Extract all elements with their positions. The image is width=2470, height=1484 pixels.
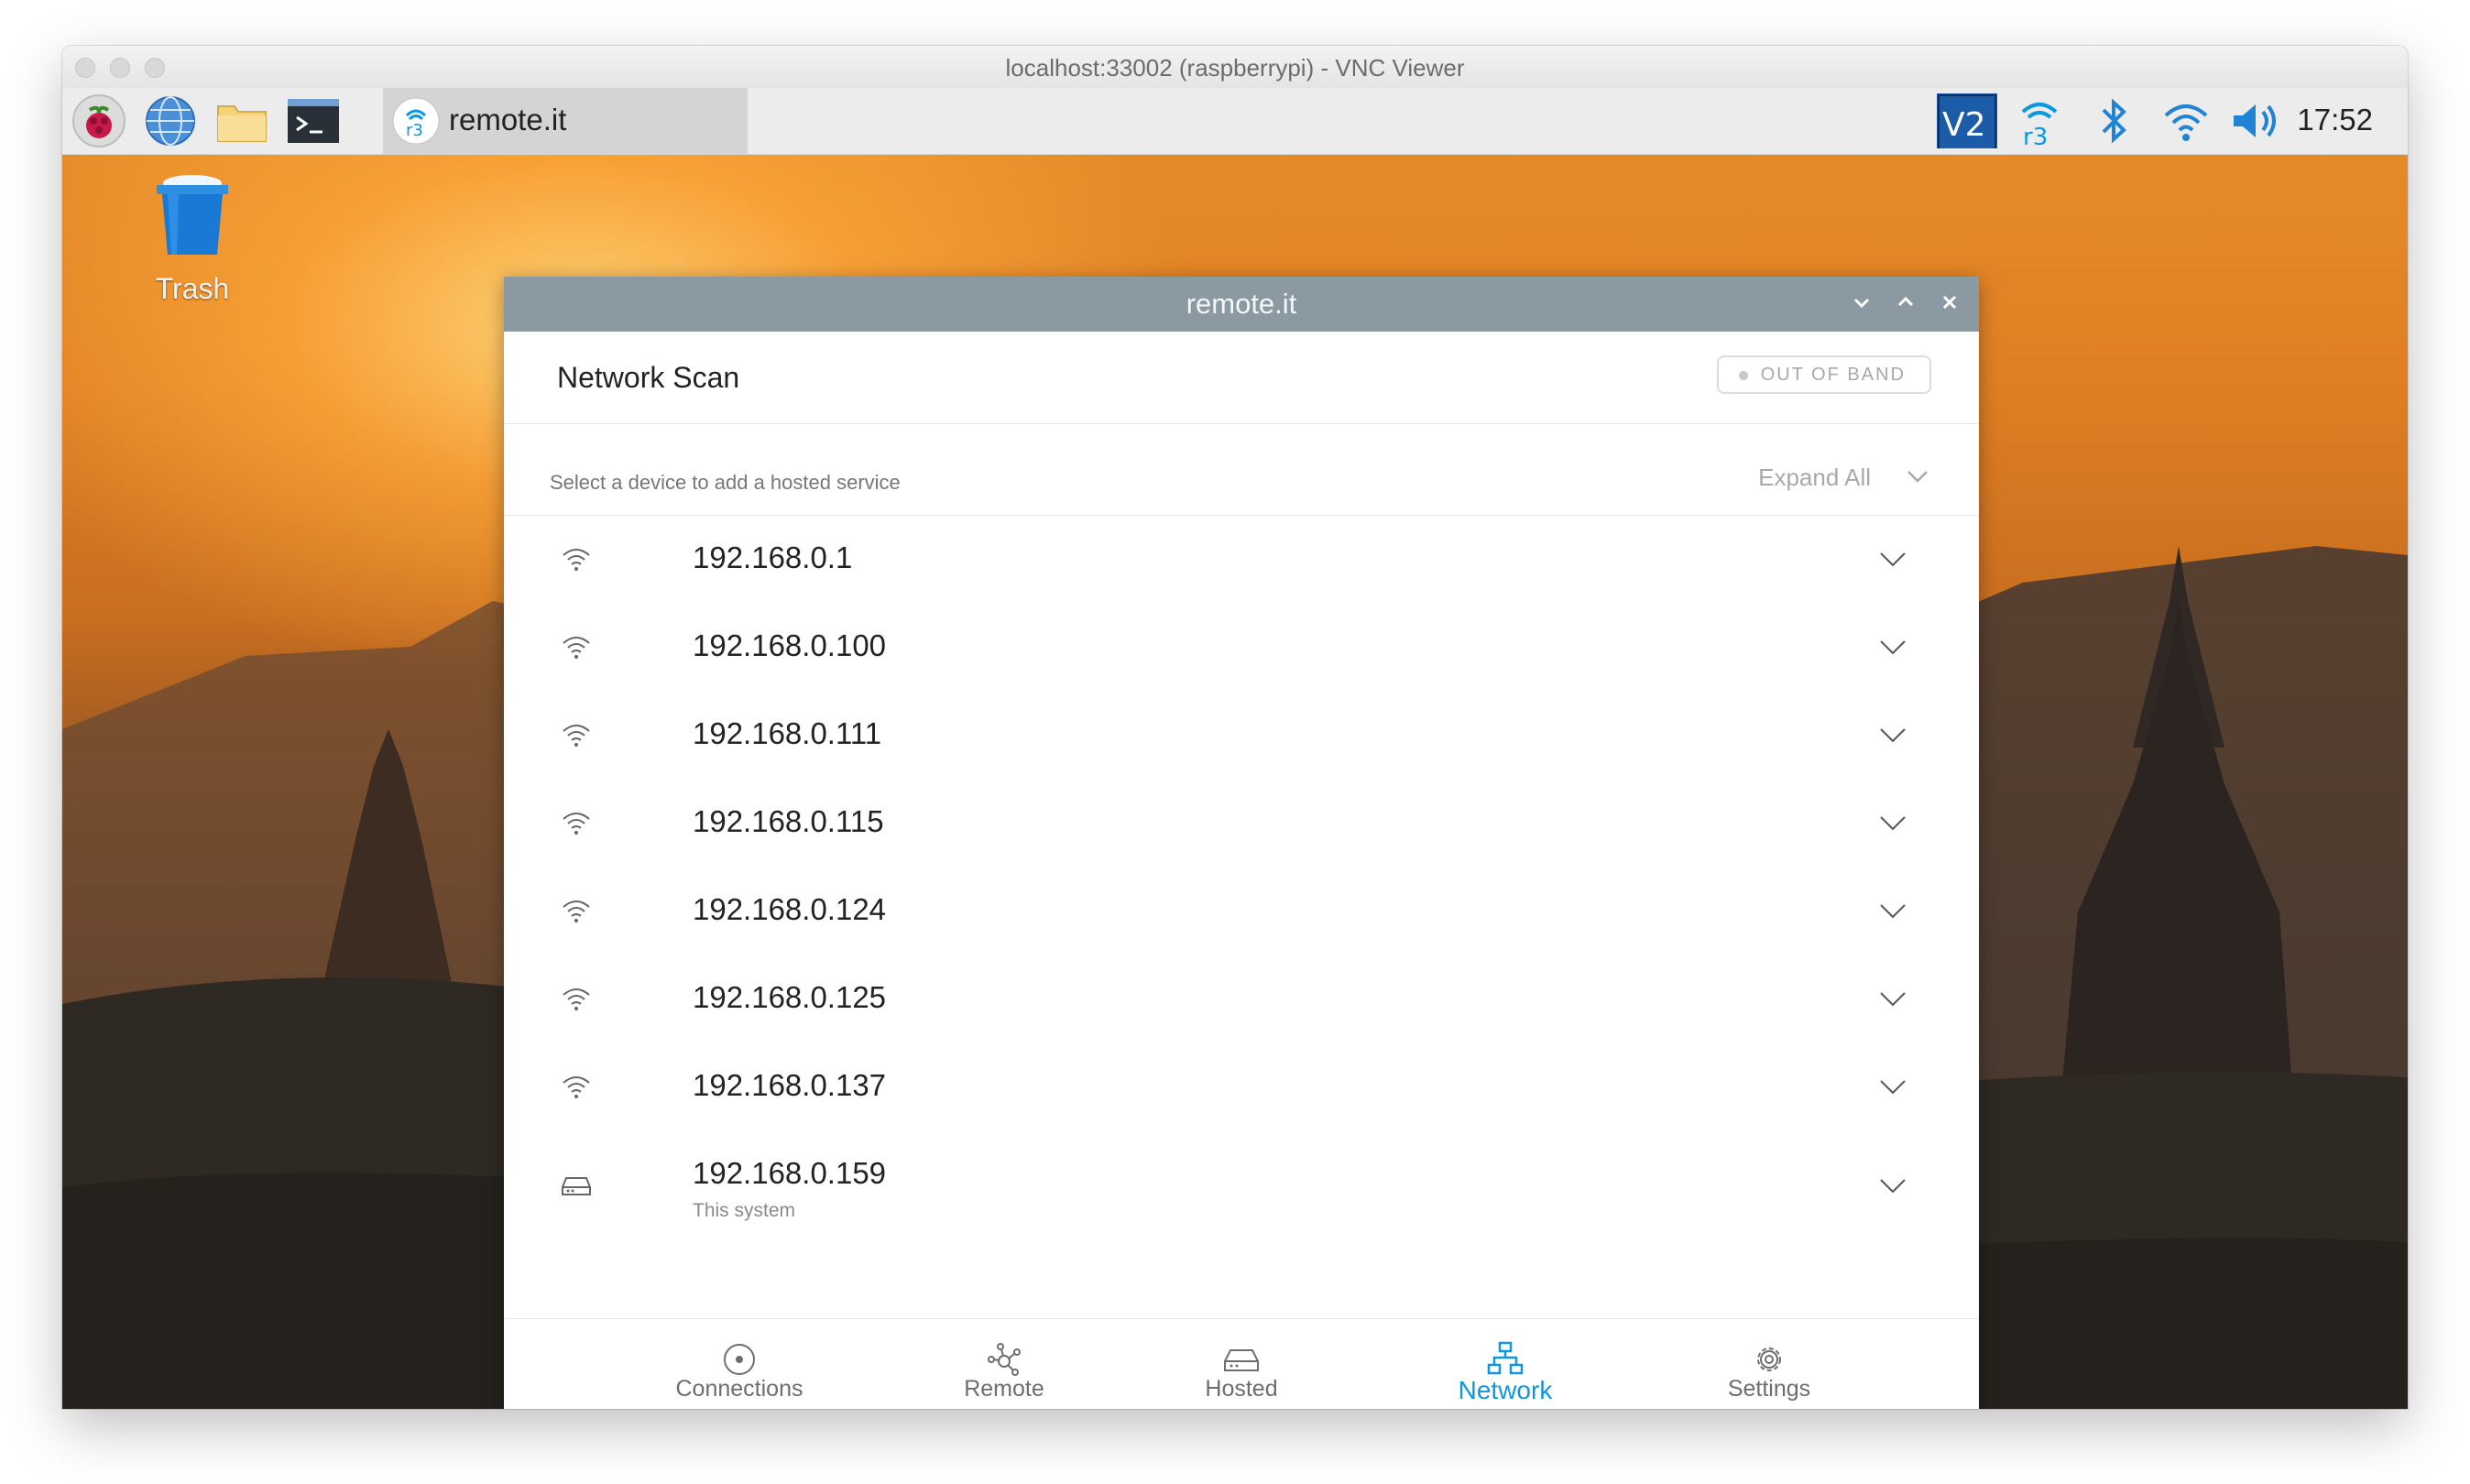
nav-label: Connections	[675, 1376, 803, 1402]
chevron-down-icon[interactable]	[1878, 1074, 1907, 1099]
remote-icon	[988, 1343, 1021, 1376]
device-row[interactable]: 192.168.0.115	[504, 779, 1979, 867]
svg-text:r3: r3	[2023, 124, 2048, 148]
device-row[interactable]: 192.168.0.137	[504, 1042, 1979, 1130]
nav-label: Network	[1458, 1376, 1553, 1404]
desktop: r3 remote.it V2 r3 17:52 Trash remote.it…	[62, 88, 2408, 1409]
clock[interactable]: 17:52	[2297, 103, 2373, 137]
wifi-icon[interactable]	[2159, 93, 2213, 148]
device-row-this-system[interactable]: 192.168.0.159 This system	[504, 1130, 1979, 1240]
device-ip: 192.168.0.137	[693, 1068, 887, 1102]
device-ip: 192.168.0.111	[693, 716, 882, 750]
expand-all-button[interactable]: Expand All	[1758, 464, 1871, 492]
list-subheader: Select a device to add a hosted service …	[504, 423, 1979, 516]
network-icon	[1487, 1341, 1524, 1375]
wifi-icon	[563, 549, 590, 571]
nav-remote[interactable]: Remote	[903, 1319, 1105, 1409]
chevron-down-icon[interactable]	[1878, 898, 1907, 923]
app-title: remote.it	[1186, 288, 1297, 320]
chevron-down-icon[interactable]	[1878, 810, 1907, 835]
chevron-up-icon	[1897, 296, 1914, 307]
device-row[interactable]: 192.168.0.124	[504, 867, 1979, 955]
device-ip: 192.168.0.1	[693, 540, 853, 574]
taskbar-item-remoteit[interactable]: r3 remote.it	[383, 88, 748, 154]
trash-label: Trash	[155, 272, 230, 305]
remoteit-app-icon: r3	[392, 97, 440, 145]
device-ip: 192.168.0.159	[693, 1156, 887, 1190]
out-of-band-badge[interactable]: OUT OF BAND	[1716, 355, 1931, 394]
hard-drive-icon	[562, 1177, 591, 1195]
web-browser-icon[interactable]	[143, 93, 198, 148]
chevron-down-icon[interactable]	[1878, 546, 1907, 572]
file-manager-icon[interactable]	[214, 93, 269, 148]
trash-icon	[157, 175, 228, 255]
chevron-down-icon[interactable]	[1878, 986, 1907, 1011]
chevron-down-icon[interactable]	[1878, 1173, 1907, 1198]
bluetooth-icon[interactable]	[2091, 93, 2137, 148]
app-titlebar[interactable]: remote.it	[504, 277, 1979, 332]
nav-connections[interactable]: Connections	[639, 1319, 840, 1409]
wifi-icon	[563, 988, 590, 1010]
hint-text: Select a device to add a hosted service	[550, 471, 901, 494]
device-ip: 192.168.0.125	[693, 980, 887, 1014]
remoteit-tray-icon[interactable]: r3	[2012, 93, 2067, 148]
out-of-band-label: OUT OF BAND	[1760, 365, 1906, 385]
device-subtitle: This system	[693, 1200, 796, 1221]
device-row[interactable]: 192.168.0.111	[504, 691, 1979, 779]
page-title: Network Scan	[557, 361, 740, 394]
nav-label: Hosted	[1205, 1376, 1278, 1402]
device-row[interactable]: 192.168.0.100	[504, 603, 1979, 691]
device-ip: 192.168.0.100	[693, 628, 887, 662]
chevron-down-icon	[1853, 298, 1870, 309]
nav-network[interactable]: Network	[1404, 1319, 1606, 1409]
nav-label: Settings	[1727, 1376, 1811, 1402]
svg-text:r3: r3	[406, 121, 423, 140]
maximize-button[interactable]	[1891, 289, 1920, 319]
device-row[interactable]: 192.168.0.1	[504, 515, 1979, 603]
taskbar-item-label: remote.it	[449, 103, 567, 136]
wifi-icon	[563, 900, 590, 922]
vnc-server-icon[interactable]: V2	[1935, 93, 1999, 148]
settings-icon	[1757, 1348, 1781, 1371]
minimize-button[interactable]	[1847, 289, 1876, 319]
chevron-down-icon[interactable]	[1904, 462, 1931, 489]
vnc-window-title: localhost:33002 (raspberrypi) - VNC View…	[1005, 54, 1465, 82]
close-icon	[1942, 295, 1957, 310]
bottom-navigation: Connections Remote Hosted Network Settin…	[504, 1318, 1979, 1409]
status-dot-icon	[1738, 371, 1748, 380]
nav-hosted[interactable]: Hosted	[1141, 1319, 1342, 1409]
wifi-icon	[563, 813, 590, 835]
device-row[interactable]: 192.168.0.125	[504, 955, 1979, 1042]
device-ip: 192.168.0.124	[693, 892, 887, 926]
remoteit-app-window: remote.it Network Scan OUT OF BAND Selec…	[504, 277, 1979, 1409]
svg-text:V2: V2	[1942, 106, 1986, 144]
nav-label: Remote	[964, 1376, 1044, 1402]
wifi-icon	[563, 1076, 590, 1098]
trash-desktop-icon[interactable]: Trash	[137, 170, 247, 306]
taskbar: r3 remote.it V2 r3 17:52	[62, 88, 2408, 155]
wifi-icon	[563, 637, 590, 659]
close-button[interactable]	[1935, 289, 1964, 319]
terminal-icon[interactable]	[286, 93, 341, 148]
chevron-down-icon[interactable]	[1878, 634, 1907, 660]
nav-settings[interactable]: Settings	[1668, 1319, 1870, 1409]
wifi-icon	[563, 725, 590, 747]
raspberry-menu-icon[interactable]	[71, 93, 126, 148]
hosted-icon	[1224, 1349, 1259, 1371]
page-header: Network Scan OUT OF BAND	[504, 332, 1979, 424]
vnc-titlebar: localhost:33002 (raspberrypi) - VNC View…	[62, 46, 2408, 89]
chevron-down-icon[interactable]	[1878, 722, 1907, 747]
connections-icon	[724, 1344, 755, 1375]
vnc-viewer-window: localhost:33002 (raspberrypi) - VNC View…	[62, 46, 2408, 1409]
device-ip: 192.168.0.115	[693, 804, 884, 838]
volume-icon[interactable]	[2228, 93, 2283, 148]
